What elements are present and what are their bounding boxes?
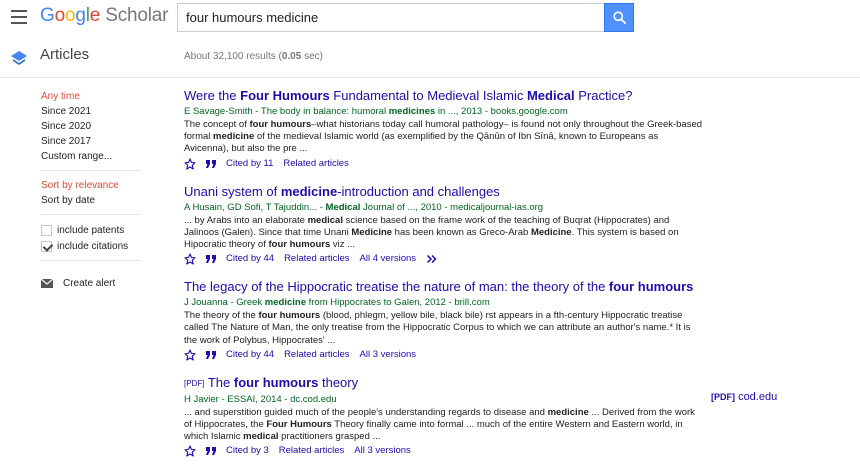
filter-since-2021[interactable]: Since 2021 — [41, 104, 141, 119]
result-actions: Cited by 44 Related articles All 4 versi… — [184, 252, 704, 266]
result-title[interactable]: Unani system of medicine-introduction an… — [184, 184, 704, 199]
result-title-text[interactable]: Were the Four Humours Fundamental to Med… — [184, 88, 632, 103]
related-articles-link[interactable]: Related articles — [283, 157, 348, 171]
top-header: Google Scholar — [0, 0, 860, 34]
cited-by-link[interactable]: Cited by 44 — [226, 252, 274, 266]
result-actions: Cited by 44 Related articles All 3 versi… — [184, 348, 704, 362]
pdf-tag: [PDF] — [184, 378, 205, 388]
result-meta: J Jouanna - Greek medicine from Hippocra… — [184, 297, 490, 309]
result-title[interactable]: The legacy of the Hippocratic treatise t… — [184, 279, 704, 294]
cited-by-link[interactable]: Cited by 11 — [226, 157, 273, 171]
result-meta: H Javier - ESSAI, 2014 - dc.cod.edu — [184, 393, 337, 405]
sort-by-date[interactable]: Sort by date — [41, 193, 141, 208]
result-actions: Cited by 3 Related articles All 3 versio… — [184, 444, 704, 458]
versions-link[interactable]: All 4 versions — [360, 252, 417, 266]
side-pdf-link[interactable]: [PDF] cod.edu — [711, 391, 777, 403]
save-star-icon[interactable] — [184, 445, 196, 457]
sidebar: Any time Since 2021 Since 2020 Since 201… — [41, 89, 141, 268]
divider — [41, 260, 141, 261]
google-scholar-logo[interactable]: Google Scholar — [40, 4, 168, 28]
result-title-text[interactable]: Unani system of medicine-introduction an… — [184, 184, 500, 199]
related-articles-link[interactable]: Related articles — [284, 348, 349, 362]
logo-scholar: Scholar — [105, 5, 169, 26]
result-title-text[interactable]: The four humours theory — [208, 375, 358, 390]
logo-google: Google — [40, 5, 101, 26]
include-citations-checkbox[interactable]: include citations — [41, 238, 141, 254]
result-snippet: ... and superstition guided much of the … — [184, 406, 695, 443]
cited-by-link[interactable]: Cited by 3 — [226, 444, 269, 458]
cite-quote-icon[interactable] — [205, 446, 217, 456]
divider — [41, 214, 141, 215]
result-title-text[interactable]: The legacy of the Hippocratic treatise t… — [184, 279, 693, 294]
related-articles-link[interactable]: Related articles — [279, 444, 344, 458]
results-count: About 32,100 results (0.05 sec) — [184, 51, 323, 62]
cite-quote-icon[interactable] — [205, 350, 217, 360]
include-citations-label: include citations — [57, 240, 129, 252]
more-icon[interactable] — [426, 254, 438, 264]
filter-any-time[interactable]: Any time — [41, 89, 141, 104]
result-item: [PDF] The four humours theory H Javier -… — [184, 375, 704, 459]
cited-by-link[interactable]: Cited by 44 — [226, 348, 274, 362]
search-icon — [612, 11, 626, 24]
result-meta: A Husain, GD Sofi, T Tajuddin... - Medic… — [184, 201, 544, 213]
envelope-icon — [41, 279, 53, 288]
include-patents-label: include patents — [57, 224, 125, 236]
sort-by-relevance[interactable]: Sort by relevance — [41, 178, 141, 193]
result-meta: E Savage-Smith - The body in balance: hu… — [184, 106, 568, 117]
related-articles-link[interactable]: Related articles — [284, 252, 349, 266]
result-title[interactable]: Were the Four Humours Fundamental to Med… — [184, 88, 704, 103]
versions-link[interactable]: All 3 versions — [354, 444, 411, 458]
hamburger-icon[interactable] — [11, 10, 27, 24]
pdf-tag: [PDF] — [711, 392, 735, 402]
result-actions: Cited by 11 Related articles — [184, 157, 704, 171]
result-snippet: The theory of the four humours (blood, p… — [184, 310, 691, 346]
pdf-domain: cod.edu — [738, 391, 778, 403]
result-snippet: ... by Arabs into an elaborate medical s… — [184, 214, 679, 251]
save-star-icon[interactable] — [184, 158, 196, 170]
filter-custom-range[interactable]: Custom range... — [41, 149, 141, 164]
checkbox-icon[interactable] — [41, 224, 52, 236]
cite-quote-icon[interactable] — [205, 159, 217, 169]
filter-since-2017[interactable]: Since 2017 — [41, 134, 141, 149]
result-item: Unani system of medicine-introduction an… — [184, 184, 704, 267]
include-patents-checkbox[interactable]: include patents — [41, 222, 141, 238]
create-alert-button[interactable]: Create alert — [41, 278, 115, 289]
create-alert-label: Create alert — [63, 278, 116, 289]
result-item: The legacy of the Hippocratic treatise t… — [184, 279, 704, 362]
search-box — [177, 3, 604, 32]
result-snippet: The concept of four humours–what histori… — [184, 119, 703, 155]
save-star-icon[interactable] — [184, 349, 196, 361]
checkbox-checked-icon[interactable] — [41, 240, 52, 252]
section-label[interactable]: Articles — [40, 46, 89, 63]
result-title[interactable]: [PDF] The four humours theory — [184, 375, 704, 391]
result-item: Were the Four Humours Fundamental to Med… — [184, 88, 704, 171]
articles-icon — [11, 51, 27, 65]
divider — [41, 170, 141, 171]
save-star-icon[interactable] — [184, 253, 196, 265]
filter-since-2020[interactable]: Since 2020 — [41, 119, 141, 134]
search-button[interactable] — [604, 3, 634, 32]
sub-header: Articles About 32,100 results (0.05 sec) — [0, 34, 860, 78]
search-input[interactable] — [178, 4, 604, 31]
results-list: Were the Four Humours Fundamental to Med… — [184, 88, 704, 470]
cite-quote-icon[interactable] — [205, 254, 217, 264]
versions-link[interactable]: All 3 versions — [360, 348, 417, 362]
